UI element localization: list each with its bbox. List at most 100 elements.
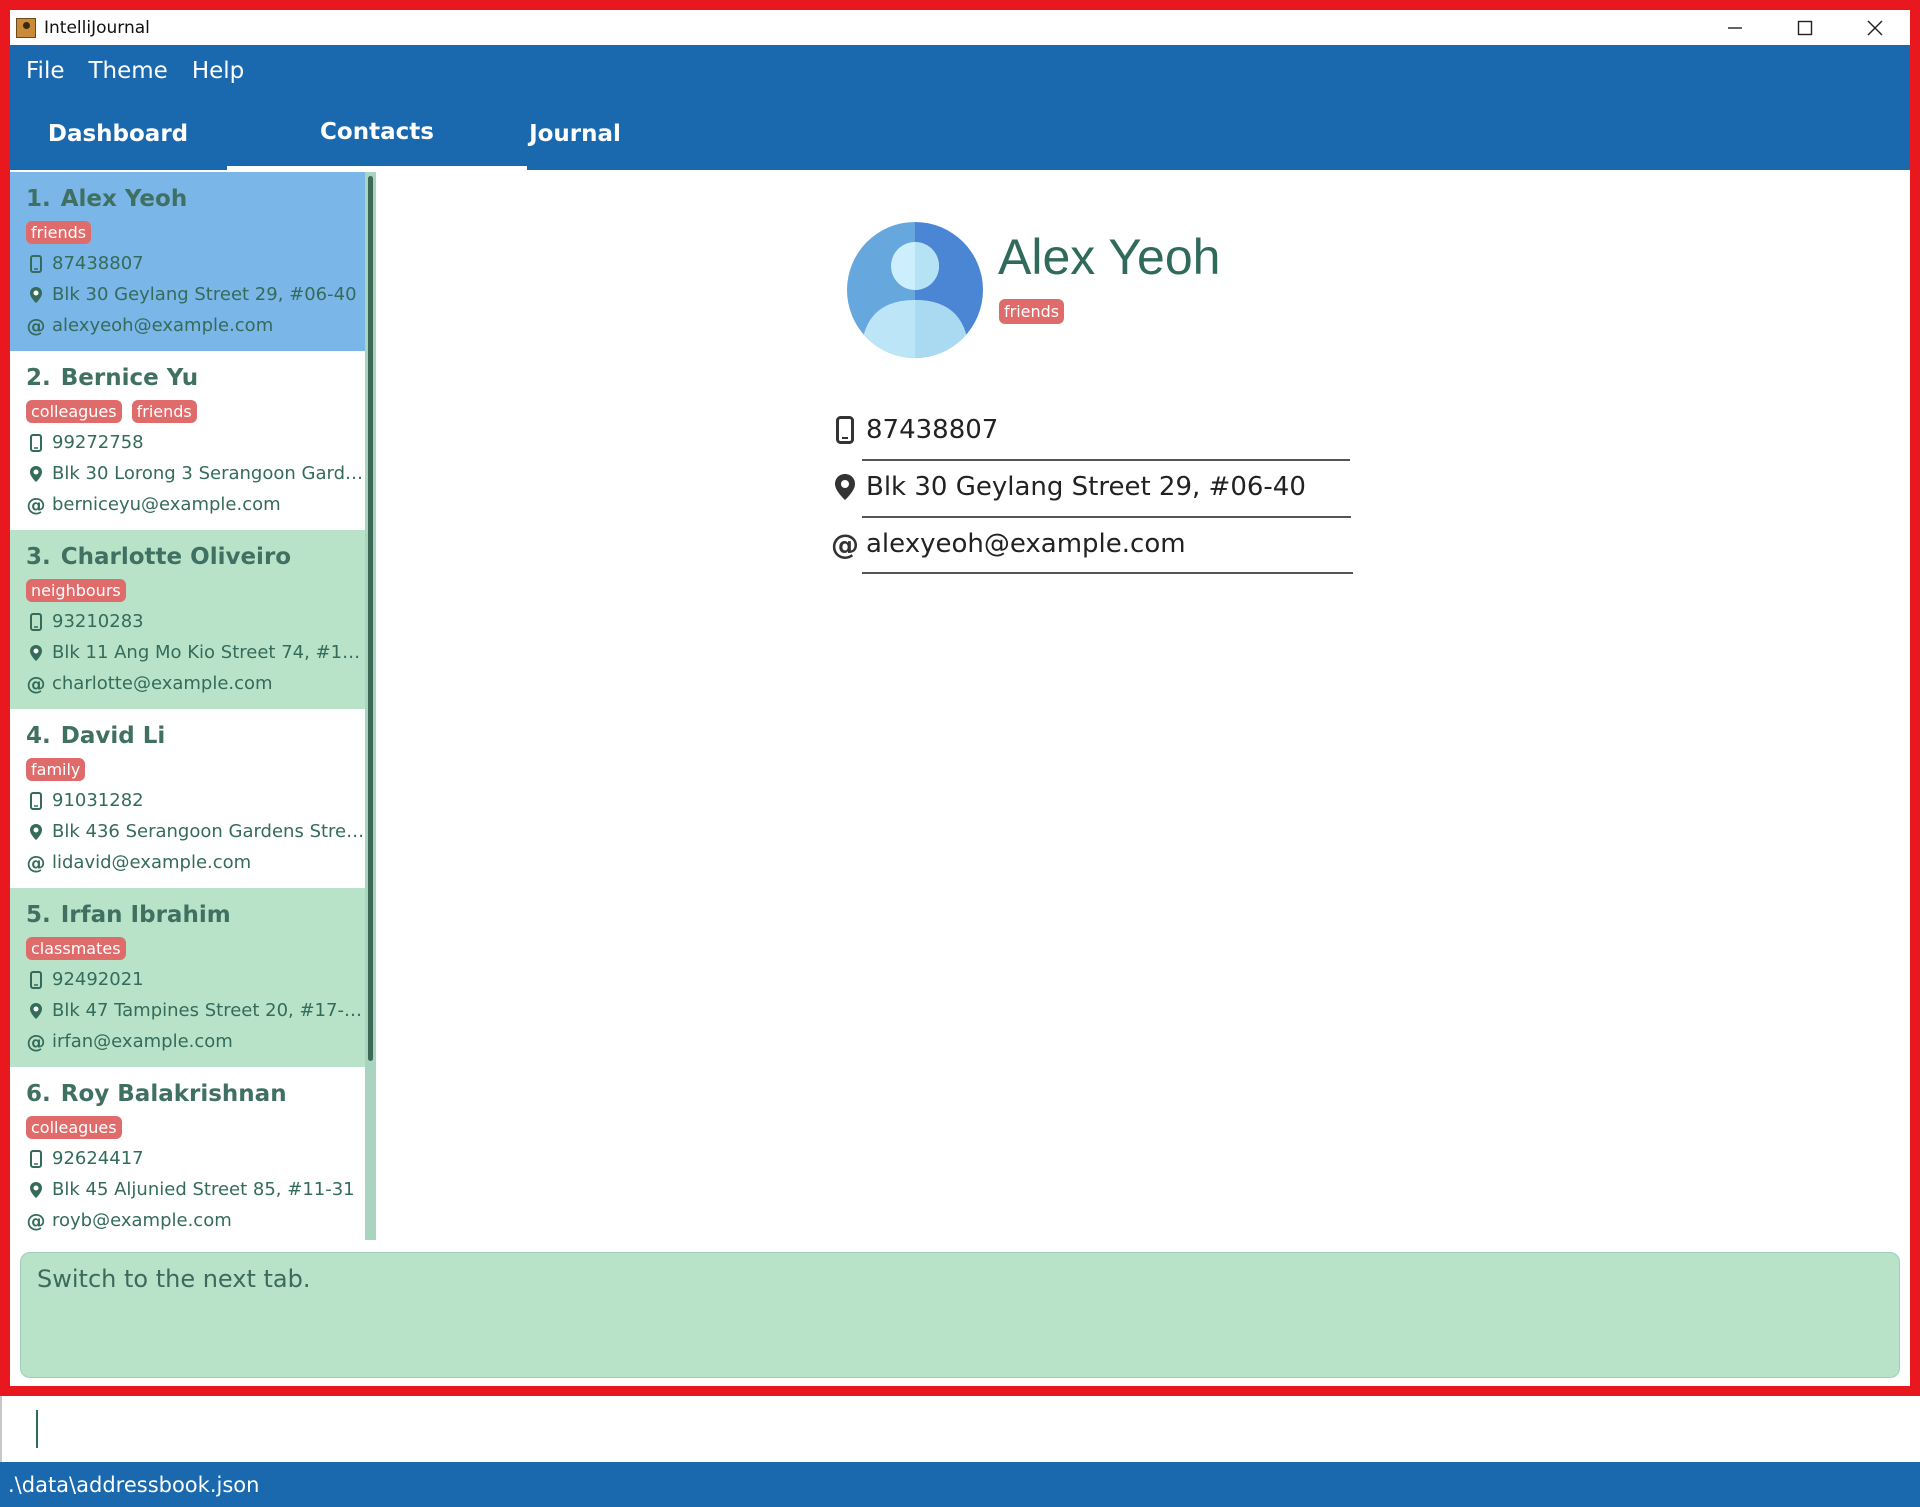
detail-email[interactable]: alexyeoh@example.com [866, 529, 1186, 559]
contact-name-text: Roy Balakrishnan [60, 1081, 287, 1107]
status-bar: .\data\addressbook.json [0, 1462, 1920, 1507]
contact-index: 5. [26, 902, 51, 928]
contact-email-row: @ alexyeoh@example.com [26, 310, 366, 341]
contact-card[interactable]: 3. Charlotte Oliveiro neighbours 93210283… [10, 530, 366, 709]
contact-email-row: @ berniceyu@example.com [26, 489, 366, 520]
contact-index: 4. [26, 723, 51, 749]
avatar-icon [847, 222, 983, 358]
tag-badge: family [26, 757, 86, 781]
detail-email-underline [862, 572, 1353, 574]
tab-dashboard[interactable]: Dashboard [10, 97, 226, 170]
title-bar: IntelliJournal [10, 10, 1910, 45]
contact-tags: classmates [26, 932, 365, 964]
app-icon [16, 17, 36, 38]
contact-email-row: @ irfan@example.com [26, 1026, 366, 1057]
contact-tags: colleagues friends [26, 395, 365, 427]
menu-theme[interactable]: Theme [89, 58, 168, 84]
contact-index: 6. [26, 1081, 51, 1107]
contact-index: 3. [26, 544, 51, 570]
text-caret [36, 1410, 38, 1448]
contact-name: 6. Roy Balakrishnan [26, 1077, 365, 1111]
tag-badge: classmates [26, 936, 126, 960]
contact-phone-row: 99272758 [26, 427, 366, 458]
contact-phone-row: 92624417 [26, 1143, 366, 1174]
contact-email-row: @ lidavid@example.com [26, 847, 366, 878]
contact-phone-row: 92492021 [26, 964, 366, 995]
contact-card[interactable]: 6. Roy Balakrishnan colleagues 92624417 B… [10, 1067, 365, 1240]
contact-address: Blk 30 Geylang Street 29, #06-40 [52, 284, 357, 305]
contact-phone: 91031282 [52, 790, 144, 811]
contact-phone-row: 91031282 [26, 785, 366, 816]
menu-file[interactable]: File [26, 58, 65, 84]
contact-list-scroll-thumb[interactable] [368, 176, 373, 1061]
detail-phone-row: 87438807 [832, 410, 998, 450]
contact-email: lidavid@example.com [52, 852, 252, 873]
contact-email-row: @ royb@example.com [26, 1205, 366, 1236]
location-pin-icon [26, 286, 46, 304]
phone-icon [26, 254, 46, 273]
contact-name-text: David Li [60, 723, 166, 749]
tag-badge: friends [26, 220, 92, 244]
detail-email-row: @ alexyeoh@example.com [831, 524, 1186, 564]
minimize-button[interactable] [1700, 10, 1770, 45]
contact-address: Blk 45 Aljunied Street 85, #11-31 [52, 1179, 355, 1200]
detail-address[interactable]: Blk 30 Geylang Street 29, #06-40 [866, 472, 1306, 502]
contact-address-row: Blk 45 Aljunied Street 85, #11-31 [26, 1174, 366, 1205]
contact-name-text: Alex Yeoh [60, 186, 188, 212]
contact-email: charlotte@example.com [52, 673, 273, 694]
contact-email: berniceyu@example.com [52, 494, 281, 515]
tag-badge: colleagues [26, 1115, 122, 1139]
contact-tags: family [26, 753, 365, 785]
contact-index: 2. [26, 365, 51, 391]
contact-card[interactable]: 2. Bernice Yu colleagues friends 99272758 … [10, 351, 366, 530]
window-title: IntelliJournal [44, 17, 150, 38]
contact-email: alexyeoh@example.com [52, 315, 274, 336]
close-button[interactable] [1840, 10, 1910, 45]
save-location: .\data\addressbook.json [8, 1472, 260, 1497]
contact-phone-row: 93210283 [26, 606, 366, 637]
at-icon: @ [26, 314, 46, 337]
contact-list: 1. Alex Yeoh friends 87438807 Blk 30 Geyl… [10, 172, 376, 1240]
contact-name: 5. Irfan Ibrahim [26, 898, 365, 932]
phone-icon [832, 416, 858, 444]
maximize-button[interactable] [1770, 10, 1840, 45]
contact-name: 3. Charlotte Oliveiro [26, 540, 365, 574]
detail-address-underline [862, 516, 1351, 518]
maximize-icon [1797, 20, 1813, 35]
contact-tags: neighbours [26, 574, 365, 606]
contact-card[interactable]: 5. Irfan Ibrahim classmates 92492021 Blk … [10, 888, 366, 1067]
command-input[interactable] [0, 1396, 1920, 1462]
contact-email: irfan@example.com [52, 1031, 233, 1052]
contact-name-text: Bernice Yu [60, 365, 199, 391]
contact-phone: 99272758 [52, 432, 144, 453]
close-icon [1867, 20, 1883, 35]
menu-help[interactable]: Help [192, 58, 244, 84]
location-pin-icon [26, 1181, 46, 1199]
phone-icon [26, 970, 46, 989]
detail-phone-underline [862, 459, 1350, 461]
detail-phone[interactable]: 87438807 [866, 415, 998, 445]
contact-phone-row: 87438807 [26, 248, 366, 279]
contact-card[interactable]: 1. Alex Yeoh friends 87438807 Blk 30 Geyl… [10, 172, 365, 351]
minimize-icon [1728, 26, 1742, 29]
contact-name-text: Charlotte Oliveiro [60, 544, 292, 570]
contact-phone: 87438807 [52, 253, 144, 274]
tab-journal[interactable]: Journal [440, 97, 710, 170]
result-display: Switch to the next tab. [20, 1252, 1900, 1378]
tag-badge: colleagues [26, 399, 122, 423]
contact-email: royb@example.com [52, 1210, 232, 1231]
tab-bar: Dashboard Contacts Journal [10, 97, 1910, 170]
phone-icon [26, 791, 46, 810]
phone-icon [26, 612, 46, 631]
location-pin-icon [26, 823, 46, 841]
contact-name: 2. Bernice Yu [26, 361, 365, 395]
location-pin-icon [26, 465, 46, 483]
contact-address: Blk 11 Ang Mo Kio Street 74, #11-... [52, 642, 366, 663]
contact-index: 1. [26, 186, 51, 212]
contact-tags: colleagues [26, 1111, 365, 1143]
contact-address-row: Blk 436 Serangoon Gardens Street... [26, 816, 366, 847]
contact-card[interactable]: 4. David Li family 91031282 Blk 436 Seran… [10, 709, 366, 888]
contact-email-row: @ charlotte@example.com [26, 668, 366, 699]
contact-address-row: Blk 47 Tampines Street 20, #17-35 [26, 995, 366, 1026]
at-icon: @ [26, 672, 46, 695]
